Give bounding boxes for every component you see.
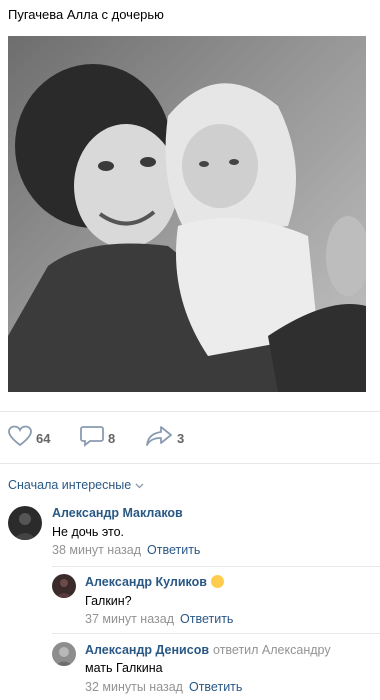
- chevron-down-icon: [135, 478, 144, 492]
- comment-author-name[interactable]: Александр Куликов: [85, 575, 207, 589]
- reply-button[interactable]: Ответить: [147, 543, 200, 557]
- comment-author[interactable]: Александр Маклаков: [52, 506, 183, 520]
- avatar[interactable]: [52, 642, 76, 666]
- comment-button[interactable]: 8: [80, 425, 115, 451]
- reply-note[interactable]: ответил Александру: [213, 643, 331, 657]
- comment-author[interactable]: Александр Куликов: [85, 575, 224, 589]
- comment-text: Не дочь это.: [52, 525, 125, 539]
- comment-time[interactable]: 32 минуты назад: [85, 680, 183, 694]
- like-button[interactable]: 64: [8, 425, 50, 451]
- comment-count: 8: [108, 430, 116, 446]
- heart-icon: [8, 425, 32, 452]
- post-actions: 64 8 3: [0, 425, 380, 451]
- comment-meta: 38 минут назад Ответить: [52, 543, 200, 557]
- avatar[interactable]: [8, 506, 42, 540]
- comment-divider: [52, 566, 380, 567]
- comment-text: Галкин?: [85, 594, 132, 608]
- avatar[interactable]: [52, 574, 76, 598]
- share-count: 3: [177, 430, 185, 446]
- emoji-icon: [210, 575, 224, 588]
- comment-author-name[interactable]: Александр Денисов: [85, 643, 209, 657]
- comment-time[interactable]: 37 минут назад: [85, 612, 174, 626]
- sort-label: Сначала интересные: [8, 478, 132, 492]
- comment-meta: 32 минуты назад Ответить: [85, 680, 242, 694]
- reply-button[interactable]: Ответить: [189, 680, 242, 694]
- reply-button[interactable]: Ответить: [180, 612, 233, 626]
- comment-icon: [80, 425, 104, 452]
- comment-text: мать Галкина: [85, 661, 163, 675]
- comment-divider: [52, 633, 380, 634]
- post-photo[interactable]: [8, 36, 366, 392]
- photo-image: [8, 36, 366, 392]
- share-icon: [145, 425, 173, 452]
- comment-meta: 37 минут назад Ответить: [85, 612, 233, 626]
- divider-top: [0, 411, 380, 412]
- comment-time[interactable]: 38 минут назад: [52, 543, 141, 557]
- post-text: Пугачева Алла с дочерью: [8, 7, 164, 22]
- divider-bottom: [0, 463, 380, 464]
- comment-author[interactable]: Александр Денисов ответил Александру: [85, 643, 331, 657]
- sort-dropdown[interactable]: Сначала интересные: [8, 478, 144, 492]
- like-count: 64: [36, 430, 51, 446]
- share-button[interactable]: 3: [145, 425, 184, 451]
